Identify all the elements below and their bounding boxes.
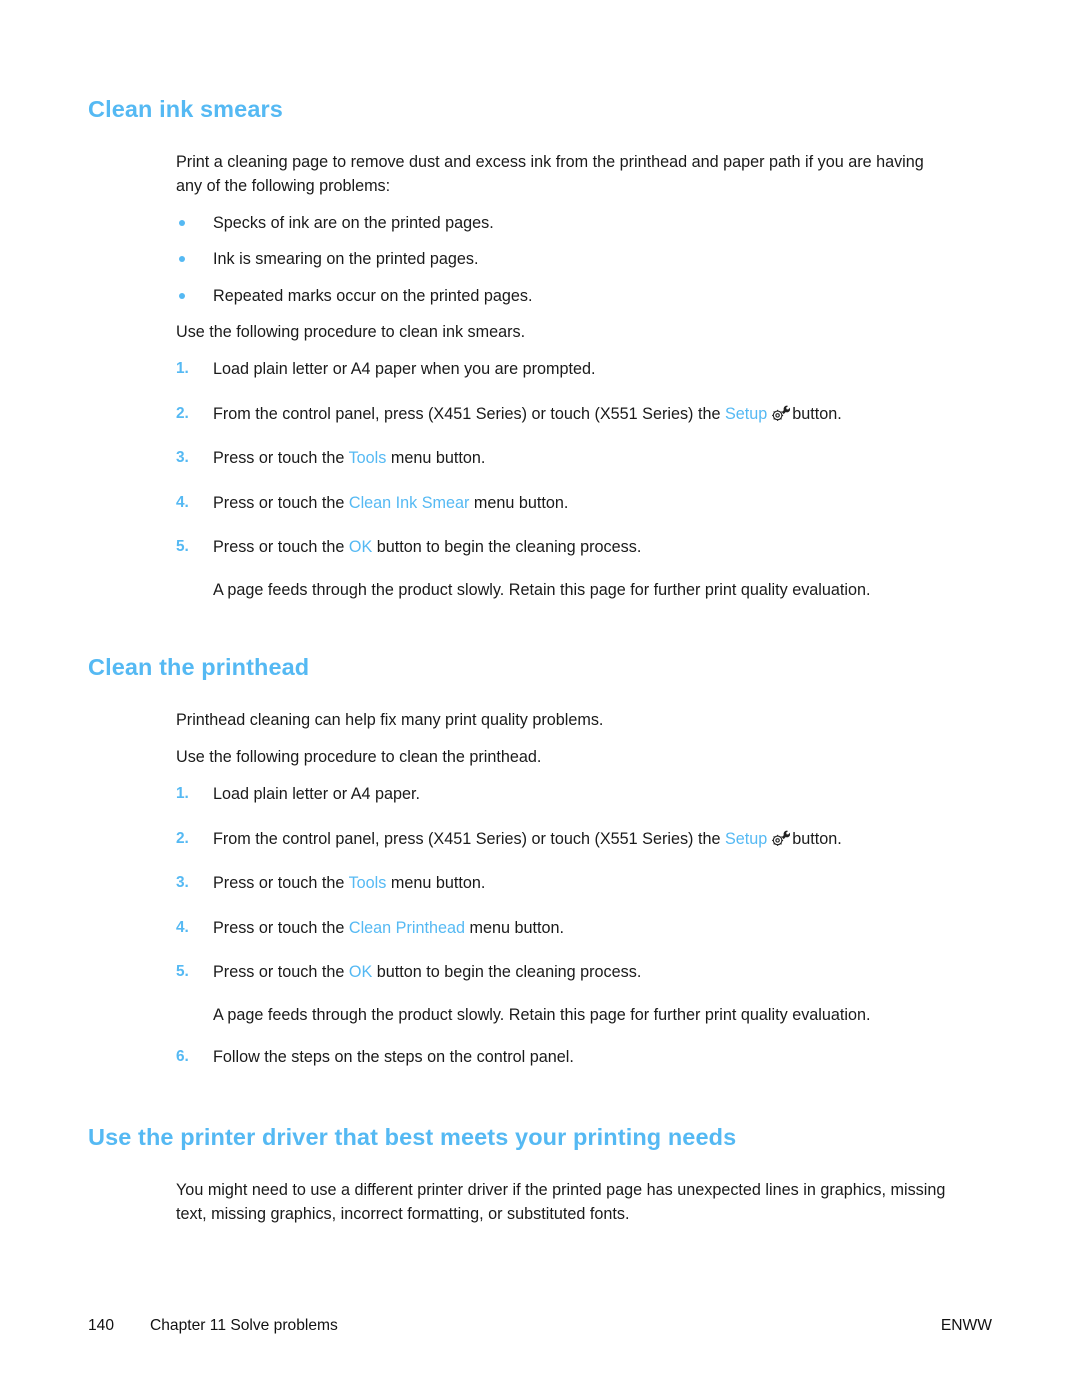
page-footer: 140 Chapter 11 Solve problems ENWW [88, 1317, 992, 1335]
step-item: 3. Press or touch the Tools menu button. [176, 872, 948, 895]
section-heading-clean-ink-smears: Clean ink smears [88, 96, 283, 122]
list-item: Repeated marks occur on the printed page… [176, 285, 948, 308]
step-text: Load plain letter or A4 paper when you a… [213, 360, 596, 379]
step-text: Press or touch the [213, 918, 349, 937]
step-text-tail: button. [792, 404, 842, 423]
step-text-tail: menu button. [469, 493, 569, 512]
step-text: From the control panel, press (X451 Seri… [213, 829, 725, 848]
setup-gear-wrench-icon [770, 829, 791, 848]
footer-chapter-label: Chapter 11 Solve problems [150, 1317, 338, 1334]
step-note: A page feeds through the product slowly.… [213, 1005, 871, 1024]
list-item: Ink is smearing on the printed pages. [176, 248, 948, 271]
symptom-bullet-list: Specks of ink are on the printed pages. … [176, 212, 948, 308]
step-number: 2. [176, 829, 189, 847]
list-item-label: Repeated marks occur on the printed page… [213, 286, 533, 305]
ui-term-ok: OK [348, 963, 373, 982]
bullet-dot-icon [179, 292, 185, 299]
document-page: Clean ink smears Print a cleaning page t… [0, 0, 1080, 1397]
page-content: Clean ink smears Print a cleaning page t… [88, 96, 948, 1240]
step-number: 2. [176, 404, 189, 422]
step-text-tail: button. [792, 829, 842, 848]
step-item: 1. Load plain letter or A4 paper when yo… [176, 358, 948, 381]
ui-term-clean-printhead: Clean Printhead [348, 918, 465, 937]
list-item-label: Specks of ink are on the printed pages. [213, 213, 494, 232]
step-text: Press or touch the [213, 493, 349, 512]
step-item: 3. Press or touch the Tools menu button. [176, 447, 948, 470]
step-text-tail: button to begin the cleaning process. [372, 963, 642, 982]
step-text: Load plain letter or A4 paper. [213, 785, 420, 804]
ui-term-tools: Tools [348, 449, 387, 468]
footer-page-number: 140 [88, 1317, 115, 1334]
step-number: 3. [176, 449, 189, 467]
intro-paragraph: Printhead cleaning can help fix many pri… [176, 711, 604, 730]
bullet-dot-icon [179, 256, 185, 263]
step-text: Press or touch the [213, 449, 349, 468]
step-text: Press or touch the [213, 874, 349, 893]
bullet-dot-icon [179, 219, 185, 226]
list-item: Specks of ink are on the printed pages. [176, 212, 948, 235]
step-text: Follow the steps on the steps on the con… [213, 1048, 574, 1067]
section-heading-use-the-printer-driver: Use the printer driver that best meets y… [88, 1123, 737, 1150]
step-number: 1. [176, 785, 189, 803]
section-body-clean-ink-smears: Print a cleaning page to remove dust and… [176, 151, 948, 602]
setup-gear-wrench-icon [770, 404, 791, 423]
intro-paragraph: You might need to use a different printe… [176, 1180, 946, 1223]
step-number: 6. [176, 1048, 189, 1066]
procedure-lead-paragraph: Use the following procedure to clean ink… [176, 323, 526, 342]
section-heading-clean-the-printhead: Clean the printhead [88, 654, 310, 681]
section-body-clean-the-printhead: Printhead cleaning can help fix many pri… [176, 709, 948, 1069]
procedure-steps-clean-ink-smears: 1. Load plain letter or A4 paper when yo… [176, 358, 948, 602]
ui-term-clean-ink-smear: Clean Ink Smear [348, 493, 470, 512]
step-number: 5. [176, 538, 189, 556]
step-item: 1. Load plain letter or A4 paper. [176, 783, 948, 806]
step-item: 4. Press or touch the Clean Ink Smear me… [176, 492, 948, 515]
ui-term-ok: OK [348, 538, 373, 557]
step-item: 5. Press or touch the OK button to begin… [176, 961, 948, 1027]
step-number: 5. [176, 963, 189, 981]
step-text: Press or touch the [213, 538, 349, 557]
step-number: 3. [176, 874, 189, 892]
step-text-tail: menu button. [386, 449, 486, 468]
intro-paragraph: Print a cleaning page to remove dust and… [176, 153, 924, 195]
ui-term-setup: Setup [724, 829, 768, 848]
procedure-steps-clean-the-printhead: 1. Load plain letter or A4 paper. 2. Fro… [176, 783, 948, 1069]
step-text-tail: menu button. [386, 874, 486, 893]
list-item-label: Ink is smearing on the printed pages. [213, 250, 479, 269]
step-item: 2. From the control panel, press (X451 S… [176, 828, 948, 851]
step-number: 4. [176, 918, 189, 936]
step-text: From the control panel, press (X451 Seri… [213, 404, 725, 423]
step-item: 6. Follow the steps on the steps on the … [176, 1046, 948, 1069]
step-number: 4. [176, 493, 189, 511]
section-body-use-the-printer-driver: You might need to use a different printe… [176, 1179, 948, 1227]
step-note: A page feeds through the product slowly.… [213, 580, 871, 599]
step-text: Press or touch the [213, 963, 349, 982]
step-item: 2. From the control panel, press (X451 S… [176, 403, 948, 426]
step-text-tail: menu button. [464, 918, 564, 937]
step-number: 1. [176, 360, 189, 378]
procedure-lead-paragraph: Use the following procedure to clean the… [176, 748, 542, 767]
step-item: 5. Press or touch the OK button to begin… [176, 536, 948, 602]
footer-locale-label: ENWW [940, 1317, 992, 1334]
ui-term-setup: Setup [724, 404, 768, 423]
step-text-tail: button to begin the cleaning process. [372, 538, 642, 557]
step-item: 4. Press or touch the Clean Printhead me… [176, 917, 948, 940]
ui-term-tools: Tools [348, 874, 387, 893]
